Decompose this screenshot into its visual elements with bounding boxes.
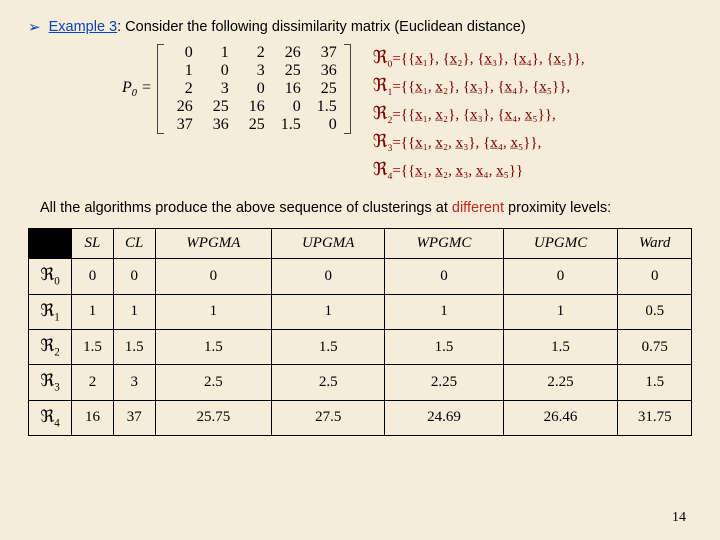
dissimilarity-matrix: P0 = 0122637 1032536 2301625 26251601.5 … [122,44,351,134]
top-row: P0 = 0122637 1032536 2301625 26251601.5 … [28,44,692,185]
col-upgma: UPGMA [272,229,385,259]
bottom-paragraph: All the algorithms produce the above seq… [40,199,692,219]
table-corner [29,229,72,259]
col-ward: Ward [618,229,692,259]
table-row: ℜ2 1.51.51.51.51.51.50.75 [29,329,692,364]
clusterings-list: ℜ0={{x̲₁}, {x̲₂}, {x̲₃}, {x̲₄}, {x̲₅}}, … [373,44,585,185]
table-row: ℜ3 232.52.52.252.251.5 [29,365,692,400]
clustering-r2: ℜ2={{x̲₁, x̲₂}, {x̲₃}, {x̲₄, x̲₅}}, [373,100,585,128]
col-upgmc: UPGMC [503,229,618,259]
rowhead-r4: ℜ4 [29,400,72,435]
clustering-r4: ℜ4={{x̲₁, x̲₂, x̲₃, x̲₄, x̲₅}} [373,156,585,184]
clustering-r3: ℜ3={{x̲₁, x̲₂, x̲₃}, {x̲₄, x̲₅}}, [373,128,585,156]
matrix-label: P [122,79,132,96]
rowhead-r1: ℜ1 [29,294,72,329]
example-heading: ➢ Example 3: Consider the following diss… [28,18,692,36]
example-text: : Consider the following dissimilarity m… [117,19,526,35]
table-row: ℜ1 1111110.5 [29,294,692,329]
clustering-r0: ℜ0={{x̲₁}, {x̲₂}, {x̲₃}, {x̲₄}, {x̲₅}}, [373,44,585,72]
col-sl: SL [72,229,114,259]
table-row: ℜ0 0000000 [29,259,692,294]
rowhead-r2: ℜ2 [29,329,72,364]
col-wpgmc: WPGMC [385,229,503,259]
rowhead-r0: ℜ0 [29,259,72,294]
page-number: 14 [672,510,686,526]
rowhead-r3: ℜ3 [29,365,72,400]
bullet-arrow-icon: ➢ [28,18,41,36]
example-label: Example 3 [49,19,118,35]
clustering-r1: ℜ1={{x̲₁, x̲₂}, {x̲₃}, {x̲₄}, {x̲₅}}, [373,72,585,100]
highlight-word: different [452,200,504,216]
proximity-levels-table: SL CL WPGMA UPGMA WPGMC UPGMC Ward ℜ0 00… [28,228,692,436]
table-header-row: SL CL WPGMA UPGMA WPGMC UPGMC Ward [29,229,692,259]
matrix-body: 0122637 1032536 2301625 26251601.5 37362… [164,44,344,134]
col-wpgma: WPGMA [155,229,272,259]
col-cl: CL [113,229,155,259]
table-row: ℜ4 163725.7527.524.6926.4631.75 [29,400,692,435]
